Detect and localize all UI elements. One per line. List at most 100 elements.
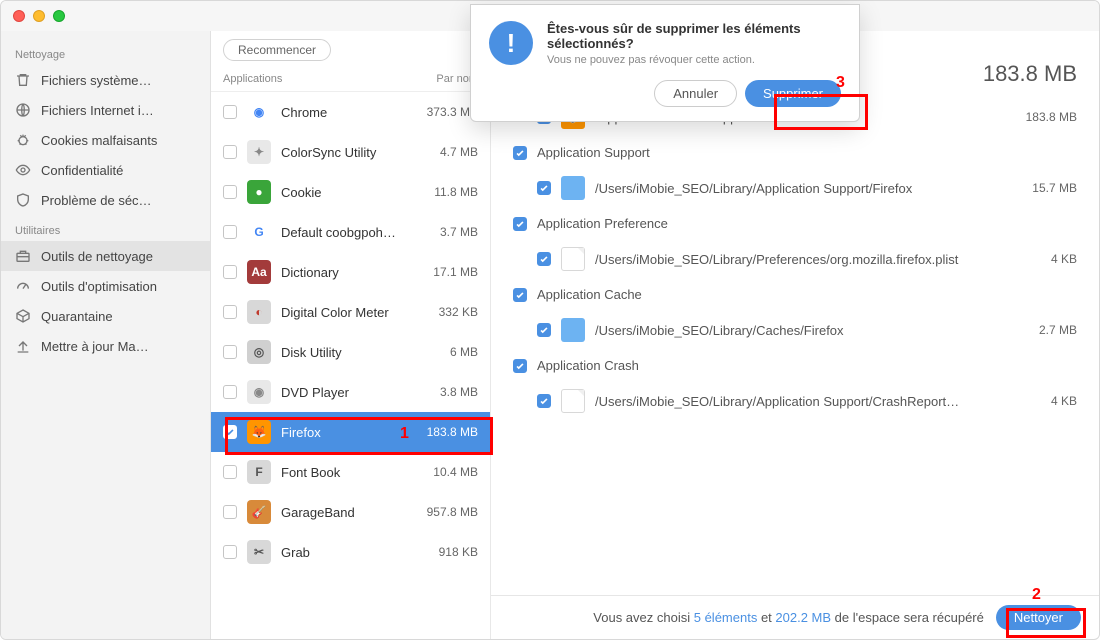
file-path-label: /Users/iMobie_SEO/Library/Preferences/or…	[595, 252, 987, 267]
clean-button[interactable]: Nettoyer	[996, 605, 1081, 630]
app-checkbox[interactable]	[223, 345, 237, 359]
app-size-label: 10.4 MB	[416, 465, 478, 479]
group-label: Application Support	[537, 145, 650, 160]
app-size-label: 3.8 MB	[416, 385, 478, 399]
file-size-label: 2.7 MB	[997, 323, 1077, 337]
total-size-label: 183.8 MB	[983, 61, 1077, 87]
group-checkbox[interactable]	[513, 288, 527, 302]
eye-icon	[15, 162, 31, 178]
globe-icon	[15, 102, 31, 118]
group-label: Application Cache	[537, 287, 642, 302]
bottom-bar: Vous avez choisi 5 éléments et 202.2 MB …	[491, 595, 1099, 639]
app-row[interactable]: ●Cookie11.8 MB	[211, 172, 490, 212]
detail-file-row[interactable]: /Users/iMobie_SEO/Library/Application Su…	[491, 168, 1099, 208]
app-checkbox[interactable]	[223, 185, 237, 199]
sidebar-item[interactable]: Cookies malfaisants	[1, 125, 210, 155]
close-window-button[interactable]	[13, 10, 25, 22]
file-path-label: /Users/iMobie_SEO/Library/Caches/Firefox	[595, 323, 987, 338]
app-row[interactable]: 🦊Firefox183.8 MB	[211, 412, 490, 452]
app-row[interactable]: 🎸GarageBand957.8 MB	[211, 492, 490, 532]
group-checkbox[interactable]	[513, 359, 527, 373]
detail-group-header[interactable]: Application Support	[491, 137, 1099, 168]
app-row[interactable]: ◉DVD Player3.8 MB	[211, 372, 490, 412]
app-checkbox[interactable]	[223, 225, 237, 239]
gauge-icon	[15, 278, 31, 294]
detail-group-header[interactable]: Application Preference	[491, 208, 1099, 239]
app-name-label: Dictionary	[281, 265, 406, 280]
file-path-label: /Users/iMobie_SEO/Library/Application Su…	[595, 181, 987, 196]
sidebar-item[interactable]: Fichiers système…	[1, 65, 210, 95]
sidebar-item-label: Outils de nettoyage	[41, 249, 153, 264]
sidebar-item[interactable]: Outils d'optimisation	[1, 271, 210, 301]
file-icon	[561, 389, 585, 413]
sidebar-item-label: Fichiers système…	[41, 73, 152, 88]
group-checkbox[interactable]	[513, 217, 527, 231]
file-checkbox[interactable]	[537, 252, 551, 266]
app-checkbox[interactable]	[223, 425, 237, 439]
group-checkbox[interactable]	[513, 146, 527, 160]
app-checkbox[interactable]	[223, 385, 237, 399]
app-name-label: Firefox	[281, 425, 406, 440]
app-row[interactable]: FFont Book10.4 MB	[211, 452, 490, 492]
toolbox-icon	[15, 248, 31, 264]
minimize-window-button[interactable]	[33, 10, 45, 22]
sidebar-item[interactable]: Quarantaine	[1, 301, 210, 331]
maximize-window-button[interactable]	[53, 10, 65, 22]
sidebar-item[interactable]: Confidentialité	[1, 155, 210, 185]
detail-file-row[interactable]: /Users/iMobie_SEO/Library/Preferences/or…	[491, 239, 1099, 279]
upload-icon	[15, 338, 31, 354]
application-list[interactable]: ◉Chrome373.3 MB✦ColorSync Utility4.7 MB●…	[211, 92, 490, 639]
app-row[interactable]: AaDictionary17.1 MB	[211, 252, 490, 292]
cancel-button[interactable]: Annuler	[654, 80, 737, 107]
detail-group-header[interactable]: Application Cache	[491, 279, 1099, 310]
app-icon: F	[247, 460, 271, 484]
detail-file-row[interactable]: /Users/iMobie_SEO/Library/Application Su…	[491, 381, 1099, 421]
detail-file-list[interactable]: 🦊/Applications/Firefox.app183.8 MBApplic…	[491, 97, 1099, 595]
app-size-label: 17.1 MB	[416, 265, 478, 279]
confirm-delete-button[interactable]: Supprimer	[745, 80, 841, 107]
app-name-label: Default coobgpoh…	[281, 225, 406, 240]
app-checkbox[interactable]	[223, 505, 237, 519]
restart-button[interactable]: Recommencer	[223, 39, 331, 61]
applications-panel: Recommencer Applications Par nom ◉Chrome…	[211, 31, 491, 639]
app-checkbox[interactable]	[223, 465, 237, 479]
app-row[interactable]: ◉Chrome373.3 MB	[211, 92, 490, 132]
app-row[interactable]: ◐Digital Color Meter332 KB	[211, 292, 490, 332]
selection-summary: Vous avez choisi 5 éléments et 202.2 MB …	[593, 610, 984, 625]
column-header-sort[interactable]: Par nom	[418, 73, 478, 85]
column-header-applications[interactable]: Applications	[223, 73, 418, 85]
app-checkbox[interactable]	[223, 265, 237, 279]
sidebar-item-label: Problème de séc…	[41, 193, 152, 208]
file-checkbox[interactable]	[537, 394, 551, 408]
detail-group-header[interactable]: Application Crash	[491, 350, 1099, 381]
alert-icon: !	[489, 21, 533, 65]
annotation-number-2: 2	[1032, 586, 1041, 604]
folder-icon	[561, 318, 585, 342]
sidebar: NettoyageFichiers système…Fichiers Inter…	[1, 31, 211, 639]
app-icon: ◎	[247, 340, 271, 364]
app-row[interactable]: GDefault coobgpoh…3.7 MB	[211, 212, 490, 252]
app-size-label: 918 KB	[416, 545, 478, 559]
sidebar-item[interactable]: Mettre à jour Ma…	[1, 331, 210, 361]
file-checkbox[interactable]	[537, 181, 551, 195]
app-checkbox[interactable]	[223, 305, 237, 319]
app-icon: 🦊	[247, 420, 271, 444]
app-checkbox[interactable]	[223, 545, 237, 559]
app-size-label: 4.7 MB	[416, 145, 478, 159]
app-size-label: 6 MB	[416, 345, 478, 359]
app-row[interactable]: ✂Grab918 KB	[211, 532, 490, 572]
file-checkbox[interactable]	[537, 323, 551, 337]
file-icon	[561, 247, 585, 271]
sidebar-item[interactable]: Outils de nettoyage	[1, 241, 210, 271]
package-icon	[15, 308, 31, 324]
app-row[interactable]: ◎Disk Utility6 MB	[211, 332, 490, 372]
app-checkbox[interactable]	[223, 105, 237, 119]
detail-file-row[interactable]: /Users/iMobie_SEO/Library/Caches/Firefox…	[491, 310, 1099, 350]
app-checkbox[interactable]	[223, 145, 237, 159]
sidebar-item[interactable]: Problème de séc…	[1, 185, 210, 215]
file-path-label: /Users/iMobie_SEO/Library/Application Su…	[595, 394, 987, 409]
sidebar-item[interactable]: Fichiers Internet i…	[1, 95, 210, 125]
app-size-label: 332 KB	[416, 305, 478, 319]
app-row[interactable]: ✦ColorSync Utility4.7 MB	[211, 132, 490, 172]
group-label: Application Crash	[537, 358, 639, 373]
